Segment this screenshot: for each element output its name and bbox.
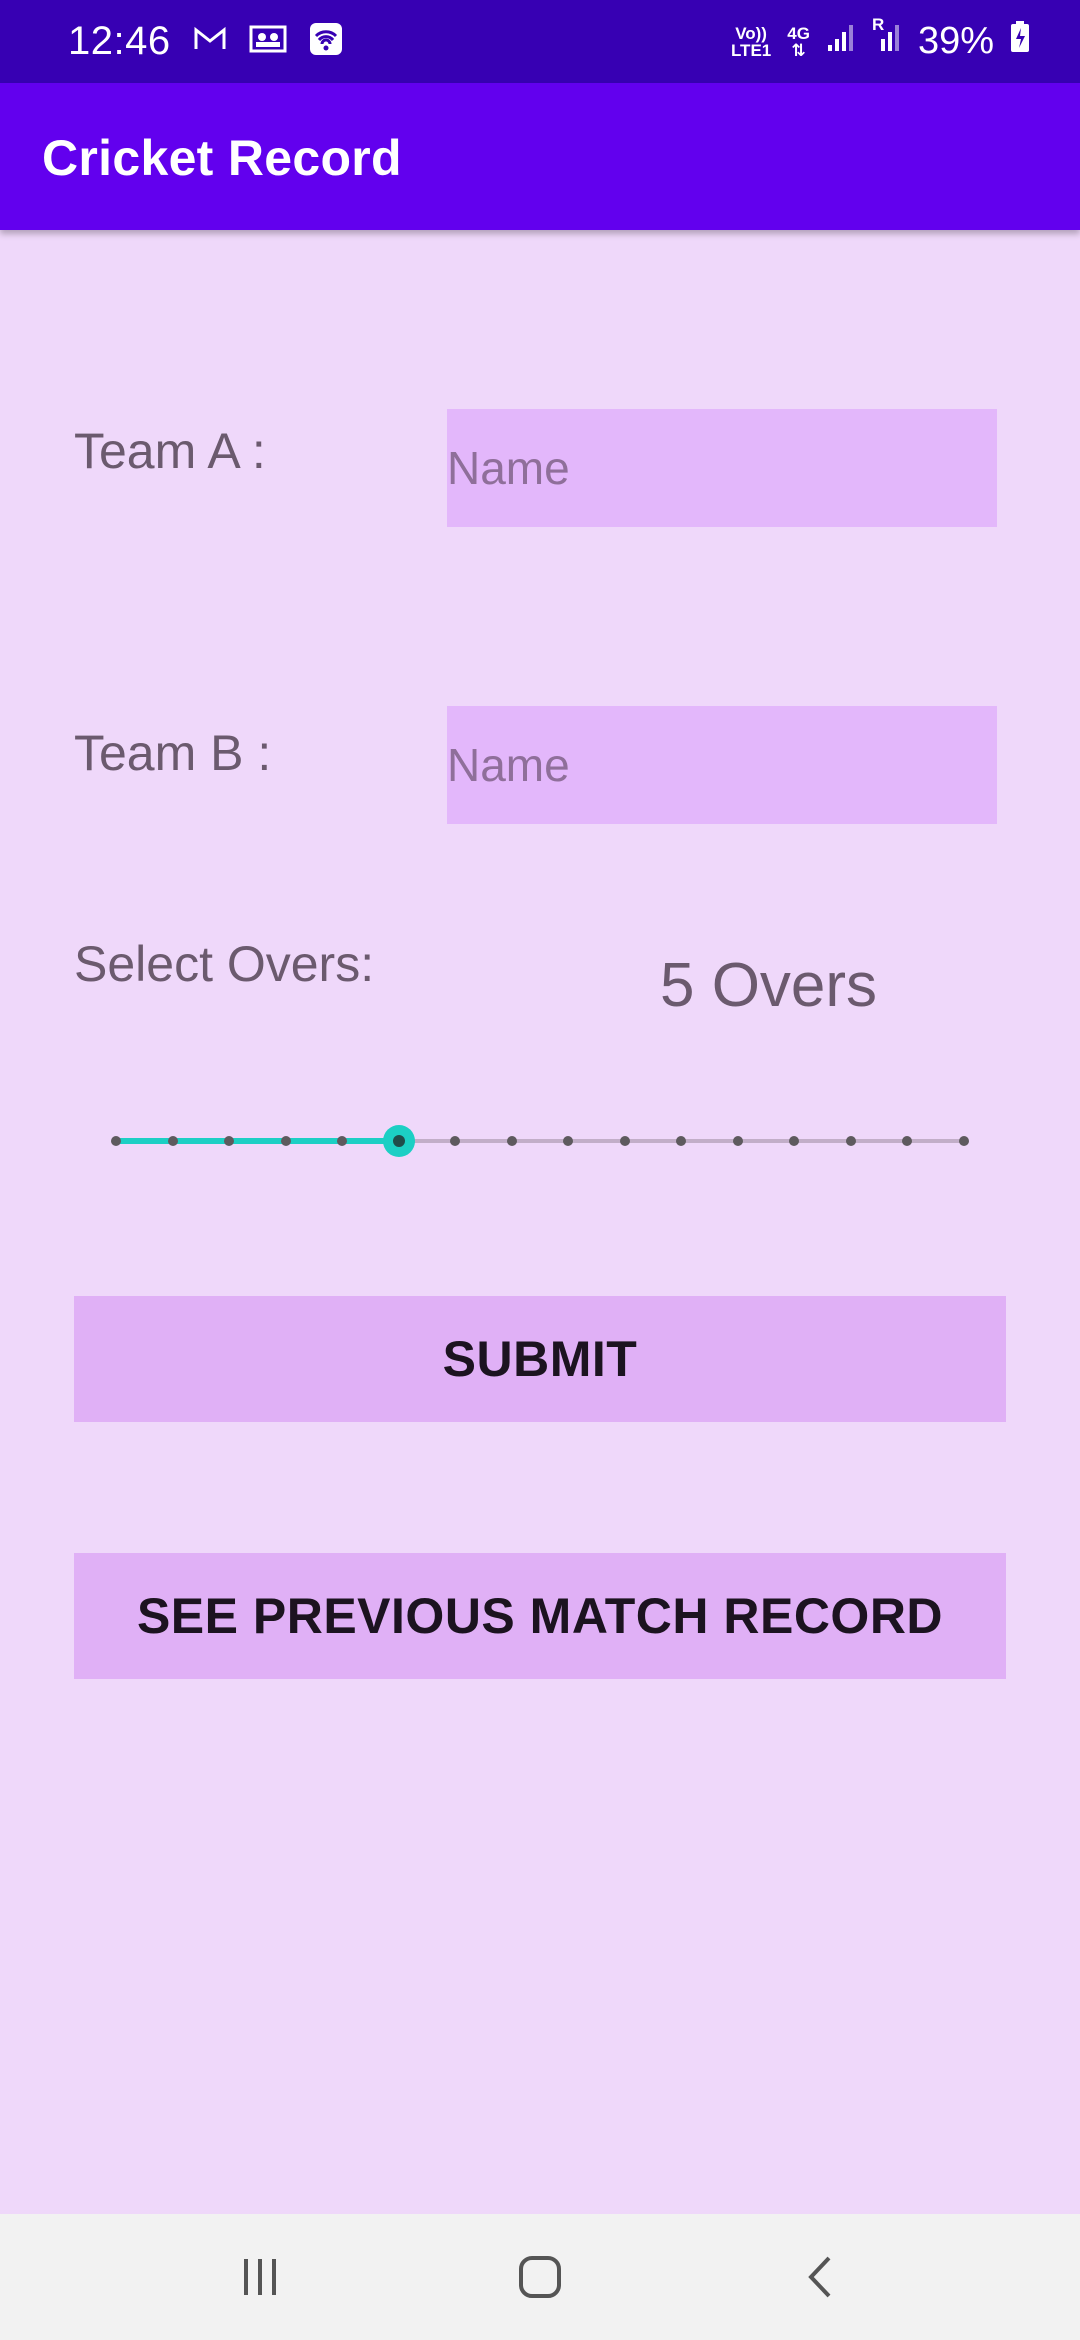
slider-tick bbox=[845, 1136, 856, 1146]
slider-thumb[interactable] bbox=[382, 1125, 415, 1157]
app-title: Cricket Record bbox=[42, 130, 402, 186]
slider-tick bbox=[563, 1136, 574, 1146]
status-time: 12:46 bbox=[68, 19, 171, 63]
recent-apps-button[interactable] bbox=[200, 2227, 320, 2327]
battery-charging-icon bbox=[1010, 20, 1030, 63]
gmail-icon bbox=[193, 25, 227, 58]
overs-value: 5 Overs bbox=[660, 951, 878, 1020]
overs-slider[interactable] bbox=[100, 1110, 980, 1170]
slider-active-track[interactable] bbox=[116, 1138, 399, 1144]
team-a-label: Team A : bbox=[74, 423, 266, 479]
status-left: 12:46 bbox=[68, 19, 343, 64]
slider-tick bbox=[959, 1136, 969, 1146]
slider-tick bbox=[676, 1136, 687, 1146]
slider-tick bbox=[224, 1136, 235, 1146]
battery-percent: 39% bbox=[917, 20, 994, 62]
volte-indicator: Vo)) LTE1 bbox=[731, 25, 771, 59]
signal-icon bbox=[826, 20, 856, 63]
select-overs-label: Select Overs: bbox=[74, 936, 375, 992]
slider-tick bbox=[337, 1136, 348, 1146]
back-button[interactable] bbox=[760, 2227, 880, 2327]
recent-apps-icon bbox=[244, 2259, 276, 2295]
data-arrows-icon: ⇅ bbox=[791, 40, 806, 60]
slider-tick bbox=[619, 1136, 630, 1146]
status-bar: 12:46 Vo)) LTE1 4G ⇅ R 39% bbox=[0, 0, 1080, 83]
team-a-name-input[interactable] bbox=[447, 409, 997, 527]
slider-tick bbox=[111, 1136, 121, 1146]
slider-tick bbox=[789, 1136, 800, 1146]
slider-tick bbox=[902, 1136, 913, 1146]
contacts-card-icon bbox=[249, 24, 287, 59]
system-nav-bar bbox=[0, 2214, 1080, 2340]
wifi-hotspot-icon bbox=[309, 22, 343, 61]
slider-tick bbox=[280, 1136, 291, 1146]
see-previous-match-record-button[interactable]: SEE PREVIOUS MATCH RECORD bbox=[74, 1553, 1006, 1679]
slider-tick bbox=[450, 1136, 461, 1146]
slider-tick bbox=[732, 1136, 743, 1146]
back-icon bbox=[808, 2256, 831, 2298]
status-right: Vo)) LTE1 4G ⇅ R 39% bbox=[731, 16, 1030, 63]
home-icon bbox=[519, 2256, 561, 2298]
slider-tick bbox=[506, 1136, 517, 1146]
app-bar: Cricket Record bbox=[0, 83, 1080, 230]
slider-thumb-center bbox=[392, 1135, 405, 1147]
roaming-label: R bbox=[871, 15, 885, 34]
roaming-signal-icon: R bbox=[872, 16, 902, 63]
home-button[interactable] bbox=[480, 2227, 600, 2327]
team-b-label: Team B : bbox=[74, 725, 272, 781]
slider-tick bbox=[167, 1136, 178, 1146]
network-type-indicator: 4G ⇅ bbox=[787, 25, 810, 59]
submit-button[interactable]: SUBMIT bbox=[74, 1296, 1006, 1422]
team-b-name-input[interactable] bbox=[447, 706, 997, 824]
lte-label: LTE1 bbox=[730, 40, 772, 60]
